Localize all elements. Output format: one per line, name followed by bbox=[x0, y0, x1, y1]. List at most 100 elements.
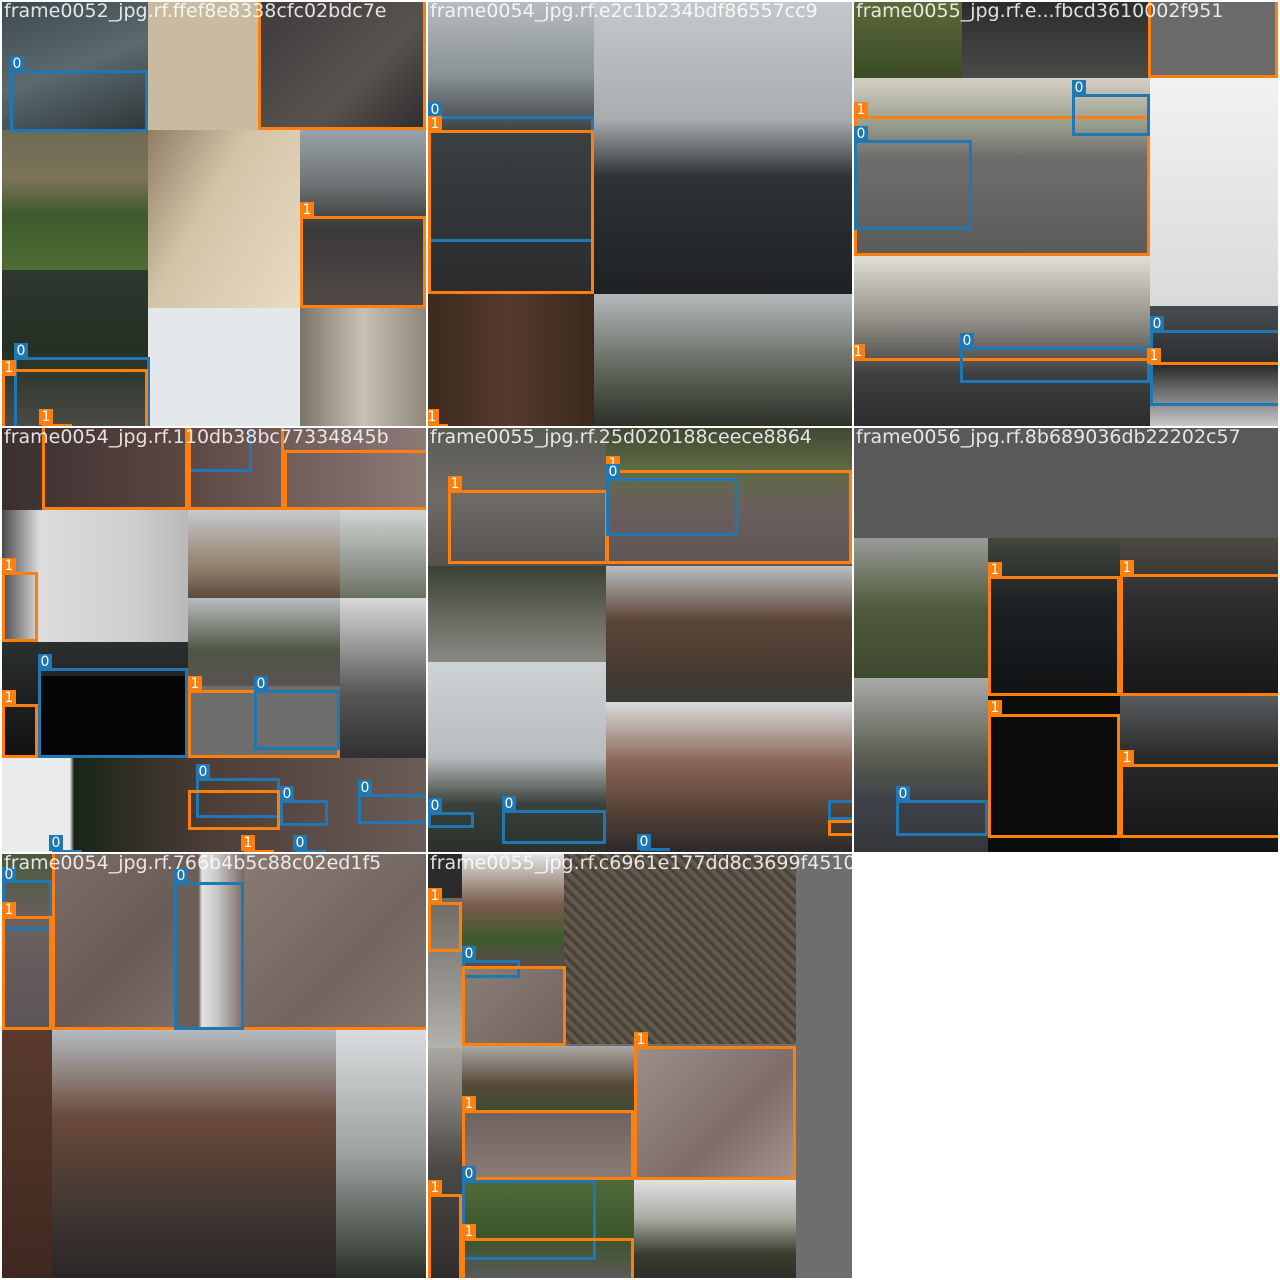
class-label: 0 bbox=[606, 464, 620, 480]
class-label: 0 bbox=[196, 764, 210, 780]
class-label: 1 bbox=[988, 700, 1002, 716]
photo-campus-path bbox=[854, 256, 1150, 426]
tile-title: frame0054_jpg.rf.110db38bc77334845b bbox=[4, 428, 389, 448]
tile-title: frame0054_jpg.rf.766b4b5c88c02ed1f5 bbox=[4, 854, 382, 874]
bounding-box bbox=[284, 450, 426, 510]
photo-door-frame bbox=[300, 308, 426, 426]
class-label: 1 bbox=[428, 888, 442, 904]
class-label: 1 bbox=[988, 562, 1002, 578]
photo-wall-corner bbox=[148, 130, 300, 308]
bounding-box: 1 bbox=[634, 1032, 796, 1180]
photo-brick-building bbox=[606, 566, 852, 702]
bounding-box: 0 bbox=[502, 796, 606, 844]
class-label: 1 bbox=[854, 344, 865, 360]
bounding-box bbox=[188, 790, 280, 830]
tile-title: frame0055_jpg.rf.25d020188ceece8864 bbox=[430, 428, 812, 448]
mosaic-tile-8: 1 0 1 1 1 0 1 frame0055_jpg.rf.c6961e177… bbox=[428, 854, 852, 1278]
empty-tile bbox=[854, 854, 1280, 1280]
class-label: 0 bbox=[254, 676, 268, 692]
photo-tree-silhouette bbox=[336, 1030, 426, 1278]
bounding-box: 1 bbox=[428, 116, 594, 294]
bounding-box: 0 bbox=[49, 835, 82, 852]
bounding-box: 0 bbox=[174, 868, 244, 1030]
photo-sunset-trees bbox=[634, 1180, 796, 1278]
bounding-box: 1 bbox=[1147, 348, 1278, 366]
bounding-box: 0 bbox=[358, 780, 426, 824]
class-label: 0 bbox=[462, 946, 476, 962]
bounding-box: 0 bbox=[38, 654, 188, 758]
mosaic-tile-1: 0 1 0 1 1 frame0052_jpg.rf.ffef8e8338cfc… bbox=[2, 2, 426, 426]
bounding-box: 1 bbox=[1120, 750, 1278, 838]
class-label: 0 bbox=[960, 333, 974, 349]
photo-room-ceiling bbox=[1150, 78, 1278, 306]
bounding-box: 0 bbox=[960, 333, 1150, 383]
bounding-box: 0 bbox=[254, 676, 340, 750]
class-label: 1 bbox=[462, 1224, 476, 1240]
bounding-box: 0 bbox=[606, 464, 738, 536]
bounding-box: 1 bbox=[2, 360, 148, 426]
bounding-box: 0 bbox=[854, 126, 972, 230]
bounding-box: 1 bbox=[2, 690, 38, 758]
class-label: 1 bbox=[2, 360, 16, 376]
bounding-box bbox=[462, 966, 566, 1046]
photo-curb-hedges bbox=[428, 566, 606, 662]
class-label: 0 bbox=[854, 126, 868, 142]
photo-tree-sky bbox=[340, 510, 426, 598]
class-label: 0 bbox=[49, 835, 63, 851]
class-label: 0 bbox=[428, 798, 442, 814]
photo-campus-trees bbox=[188, 598, 340, 686]
class-label: 1 bbox=[300, 202, 314, 218]
class-label: 1 bbox=[428, 116, 442, 132]
bounding-box: 1 bbox=[428, 1180, 462, 1278]
bounding-box: 1 bbox=[462, 1224, 634, 1278]
bounding-box: 1 bbox=[428, 888, 462, 952]
class-label: 1 bbox=[1120, 560, 1134, 576]
bounding-box: 1 bbox=[988, 562, 1120, 696]
photo-wood-panel bbox=[428, 294, 594, 426]
photo-brick-wall bbox=[2, 1030, 52, 1278]
photo-office-desk bbox=[340, 598, 426, 758]
class-label: 0 bbox=[14, 343, 28, 359]
class-label: 1 bbox=[462, 1096, 476, 1112]
photo-brick-hall-tree bbox=[52, 1030, 336, 1278]
bounding-box: 0 bbox=[10, 56, 148, 132]
class-label: 0 bbox=[10, 56, 24, 72]
photo-campus-lawn bbox=[854, 538, 988, 678]
tile-title: frame0056_jpg.rf.8b689036db22202c57 bbox=[856, 428, 1241, 448]
photo-brick-hall bbox=[188, 510, 340, 598]
class-label: 1 bbox=[428, 409, 439, 425]
bounding-box: 1 bbox=[448, 476, 608, 564]
mosaic-tile-5: 1 1 0 0 0 0 frame0055_jpg.rf.25d020188ce… bbox=[428, 428, 852, 852]
photo-sky-branches bbox=[148, 308, 300, 426]
tile-title: frame0052_jpg.rf.ffef8e8338cfc02bdc7e bbox=[4, 2, 387, 22]
class-label: 1 bbox=[634, 1032, 648, 1048]
class-label: 1 bbox=[39, 409, 53, 425]
class-label: 0 bbox=[502, 796, 516, 812]
bounding-box: 1 bbox=[2, 902, 52, 1030]
bounding-box bbox=[828, 820, 852, 836]
bounding-box: 1 bbox=[462, 1096, 634, 1180]
class-label: 1 bbox=[1147, 348, 1161, 364]
tile-title: frame0054_jpg.rf.e2c1b234bdf86557cc9 bbox=[430, 2, 818, 22]
bounding-box: 0 bbox=[293, 835, 326, 852]
bounding-box: 1 bbox=[300, 202, 426, 308]
mosaic-tile-7: 0 1 0 frame0054_jpg.rf.766b4b5c88c02ed1f… bbox=[2, 854, 426, 1278]
class-label: 0 bbox=[280, 786, 294, 802]
bounding-box: 0 bbox=[428, 798, 474, 828]
bounding-box: 0 bbox=[1150, 316, 1278, 406]
class-label: 1 bbox=[241, 835, 255, 851]
class-label: 1 bbox=[448, 476, 462, 492]
mosaic-tile-2: 0 1 1 frame0054_jpg.rf.e2c1b234bdf86557c… bbox=[428, 2, 852, 426]
class-label: 0 bbox=[637, 834, 651, 850]
class-label: 1 bbox=[428, 1180, 442, 1196]
bounding-box: 1 bbox=[241, 835, 274, 852]
bounding-box: 0 bbox=[637, 834, 670, 852]
bounding-box: 1 bbox=[39, 409, 72, 426]
class-label: 0 bbox=[896, 786, 910, 802]
photo-gray-padding bbox=[796, 854, 852, 1278]
class-label: 0 bbox=[293, 835, 307, 851]
photo-trees-sky bbox=[594, 294, 852, 426]
bounding-box bbox=[828, 800, 852, 820]
tile-title: frame0055_jpg.rf.e...fbcd3610002f951 bbox=[856, 2, 1224, 22]
bounding-box: 0 bbox=[280, 786, 328, 826]
